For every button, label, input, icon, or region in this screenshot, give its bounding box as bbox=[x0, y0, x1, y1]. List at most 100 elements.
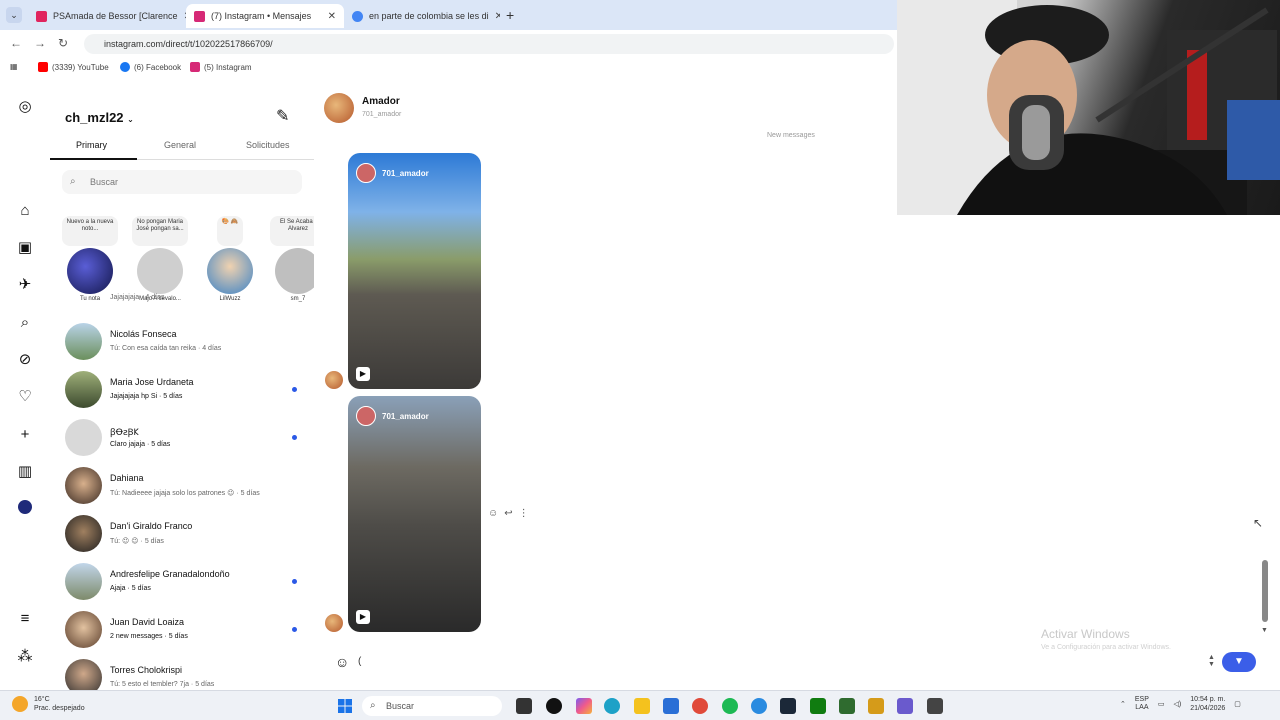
search-icon: ⌕ bbox=[70, 176, 76, 187]
note-bubble: El Se Acaba I Alvarez bbox=[270, 216, 314, 246]
shared-reel[interactable]: 701_amador ▶ bbox=[348, 153, 481, 389]
reels-icon[interactable]: ▣ bbox=[16, 239, 34, 257]
chrome-icon[interactable] bbox=[692, 698, 708, 714]
emoji-icon[interactable]: ☺ bbox=[335, 654, 349, 670]
create-icon[interactable]: + bbox=[16, 426, 34, 444]
thread-preview: Jajajajaja · 4 días bbox=[110, 294, 165, 301]
shared-reel[interactable]: 701_amador ▶ bbox=[348, 396, 481, 632]
scroll-down-arrow-icon[interactable]: ▼ bbox=[1261, 627, 1268, 634]
tab-requests[interactable]: Solicitudes bbox=[246, 140, 290, 150]
close-icon[interactable]: ✕ bbox=[495, 11, 500, 22]
forward-arrow-icon[interactable]: → bbox=[34, 36, 46, 50]
tiktok-icon[interactable] bbox=[546, 698, 562, 714]
search-icon[interactable]: ⌕ bbox=[16, 314, 34, 332]
thread-preview: Ajaja · 5 días bbox=[110, 585, 151, 592]
avatar bbox=[137, 248, 183, 294]
unread-dot bbox=[292, 387, 297, 392]
reload-icon[interactable]: ↻ bbox=[58, 36, 68, 50]
message-composer[interactable]: ☺ ( bbox=[330, 648, 895, 678]
notifications-heart-icon[interactable]: ♡ bbox=[16, 388, 34, 406]
app-icon[interactable] bbox=[927, 698, 943, 714]
react-emoji-icon[interactable]: ☺ bbox=[488, 508, 498, 519]
list-item[interactable]: Andresfelipe Granadalondoño Ajaja · 5 dí… bbox=[50, 558, 314, 606]
send-button[interactable]: ▼ bbox=[1222, 652, 1256, 672]
clock[interactable]: 10:54 p. m. 21/04/2026 bbox=[1190, 695, 1225, 713]
copilot-icon[interactable] bbox=[576, 698, 592, 714]
list-item[interactable]: Dan'i Giraldo Franco Tú: 😉 😉 · 5 días bbox=[50, 510, 314, 558]
app-icon[interactable] bbox=[839, 698, 855, 714]
dashboard-icon[interactable]: ▥ bbox=[16, 463, 34, 481]
bookmark-youtube[interactable]: (3339) YouTube bbox=[38, 62, 109, 72]
search-input[interactable]: ⌕ Buscar bbox=[62, 170, 302, 194]
weather-desc: Prac. despejado bbox=[34, 705, 85, 712]
tab-instagram[interactable]: (7) Instagram • Mensajes ✕ bbox=[186, 4, 344, 28]
language-indicator[interactable]: ESP LAA bbox=[1135, 696, 1149, 712]
list-item[interactable]: Juan David Loaiza 2 new messages · 5 día… bbox=[50, 606, 314, 654]
close-icon[interactable]: ✕ bbox=[328, 11, 336, 22]
avatar bbox=[324, 93, 354, 123]
conversation-header[interactable]: Amador 701_amador bbox=[314, 86, 894, 130]
task-view-icon[interactable] bbox=[516, 698, 532, 714]
list-item[interactable]: ꞵꝊꙅꞴ𐌊 Claro jajaja · 5 días bbox=[50, 414, 314, 462]
menu-icon[interactable]: ≡ bbox=[16, 610, 34, 628]
bookmark-label: (5) Instagram bbox=[204, 62, 252, 72]
spinner-arrows-icon[interactable]: ▲ ▼ bbox=[1208, 654, 1215, 668]
tab-title: PSAmada de Bessor [Clarence bbox=[53, 11, 178, 21]
tab-youtube[interactable]: PSAmada de Bessor [Clarence ✕ bbox=[28, 4, 186, 28]
list-item[interactable]: Jajajajaja · 4 días bbox=[50, 290, 314, 310]
inbox-panel: ch_mzl22 ⌄ ✎ Primary General Solicitudes… bbox=[50, 86, 314, 690]
message-input[interactable]: ( bbox=[358, 656, 361, 667]
compose-icon[interactable]: ✎ bbox=[276, 106, 289, 126]
webcam-image bbox=[897, 0, 1280, 215]
edge-icon[interactable] bbox=[604, 698, 620, 714]
xbox-icon[interactable] bbox=[810, 698, 826, 714]
tab-primary[interactable]: Primary bbox=[76, 140, 107, 150]
chevron-up-icon[interactable]: ⌃ bbox=[1120, 700, 1126, 708]
mouse-cursor-icon: ↖ bbox=[1253, 516, 1264, 530]
bookmark-instagram[interactable]: (5) Instagram bbox=[190, 62, 252, 72]
instagram-nav-rail: ◎ ⌂ ▣ ✈ ⌕ ⊘ ♡ + ▥ ≡ ⁂ bbox=[0, 86, 50, 690]
thread-name: Torres Cholokrispi bbox=[110, 665, 183, 675]
apps-grid-icon[interactable]: ▦ bbox=[10, 62, 18, 71]
list-item[interactable]: Maria Jose Urdaneta Jajajajaja hp Si · 5… bbox=[50, 366, 314, 414]
thread-preview: 2 new messages · 5 días bbox=[110, 633, 188, 640]
inbox-tabs: Primary General Solicitudes bbox=[50, 136, 314, 160]
tab-google[interactable]: en parte de colombia se les di ✕ bbox=[344, 4, 500, 28]
app-icon[interactable] bbox=[751, 698, 767, 714]
tab-search-button[interactable]: ⌄ bbox=[6, 7, 22, 23]
address-bar[interactable]: instagram.com/direct/t/102022517866709/ bbox=[84, 34, 894, 54]
new-messages-divider: New messages bbox=[767, 132, 815, 139]
instagram-logo-icon[interactable]: ◎ bbox=[16, 98, 34, 116]
avatar bbox=[65, 371, 102, 408]
messages-icon[interactable]: ✈ bbox=[16, 276, 34, 294]
google-favicon-icon bbox=[352, 10, 363, 22]
avatar bbox=[65, 659, 102, 690]
taskbar-search[interactable]: ⌕ Buscar bbox=[362, 696, 502, 716]
new-tab-button[interactable]: + bbox=[506, 7, 514, 23]
list-item[interactable]: Torres Cholokrispi Tú: 5 esto el tembler… bbox=[50, 654, 314, 690]
steam-icon[interactable] bbox=[780, 698, 796, 714]
spotify-icon[interactable] bbox=[722, 698, 738, 714]
also-from-meta-icon[interactable]: ⁂ bbox=[16, 648, 34, 666]
app-icon[interactable] bbox=[868, 698, 884, 714]
profile-avatar-icon[interactable] bbox=[16, 500, 34, 518]
store-icon[interactable] bbox=[663, 698, 679, 714]
notifications-icon[interactable]: ▢ bbox=[1234, 700, 1241, 708]
volume-icon[interactable]: ◁) bbox=[1174, 700, 1182, 708]
back-arrow-icon[interactable]: ← bbox=[10, 36, 22, 50]
bookmark-facebook[interactable]: (6) Facebook bbox=[120, 62, 181, 72]
reply-icon[interactable]: ↩ bbox=[504, 508, 512, 519]
list-item[interactable]: Nicolás Fonseca Tú: Con esa caída tan re… bbox=[50, 318, 314, 366]
more-options-icon[interactable]: ⋮ bbox=[519, 508, 529, 519]
file-explorer-icon[interactable] bbox=[634, 698, 650, 714]
home-icon[interactable]: ⌂ bbox=[16, 202, 34, 220]
explore-icon[interactable]: ⊘ bbox=[16, 351, 34, 369]
app-icon[interactable] bbox=[897, 698, 913, 714]
tab-general[interactable]: General bbox=[164, 140, 196, 150]
windows-start-icon[interactable] bbox=[338, 699, 352, 713]
network-icon[interactable]: ▭ bbox=[1158, 700, 1165, 708]
weather-widget[interactable]: 16°C Prac. despejado bbox=[12, 695, 85, 713]
list-item[interactable]: Dahiana Tú: Nadieeee jajaja solo los pat… bbox=[50, 462, 314, 510]
account-switcher[interactable]: ch_mzl22 ⌄ bbox=[65, 110, 134, 125]
scrollbar[interactable] bbox=[1262, 560, 1268, 622]
